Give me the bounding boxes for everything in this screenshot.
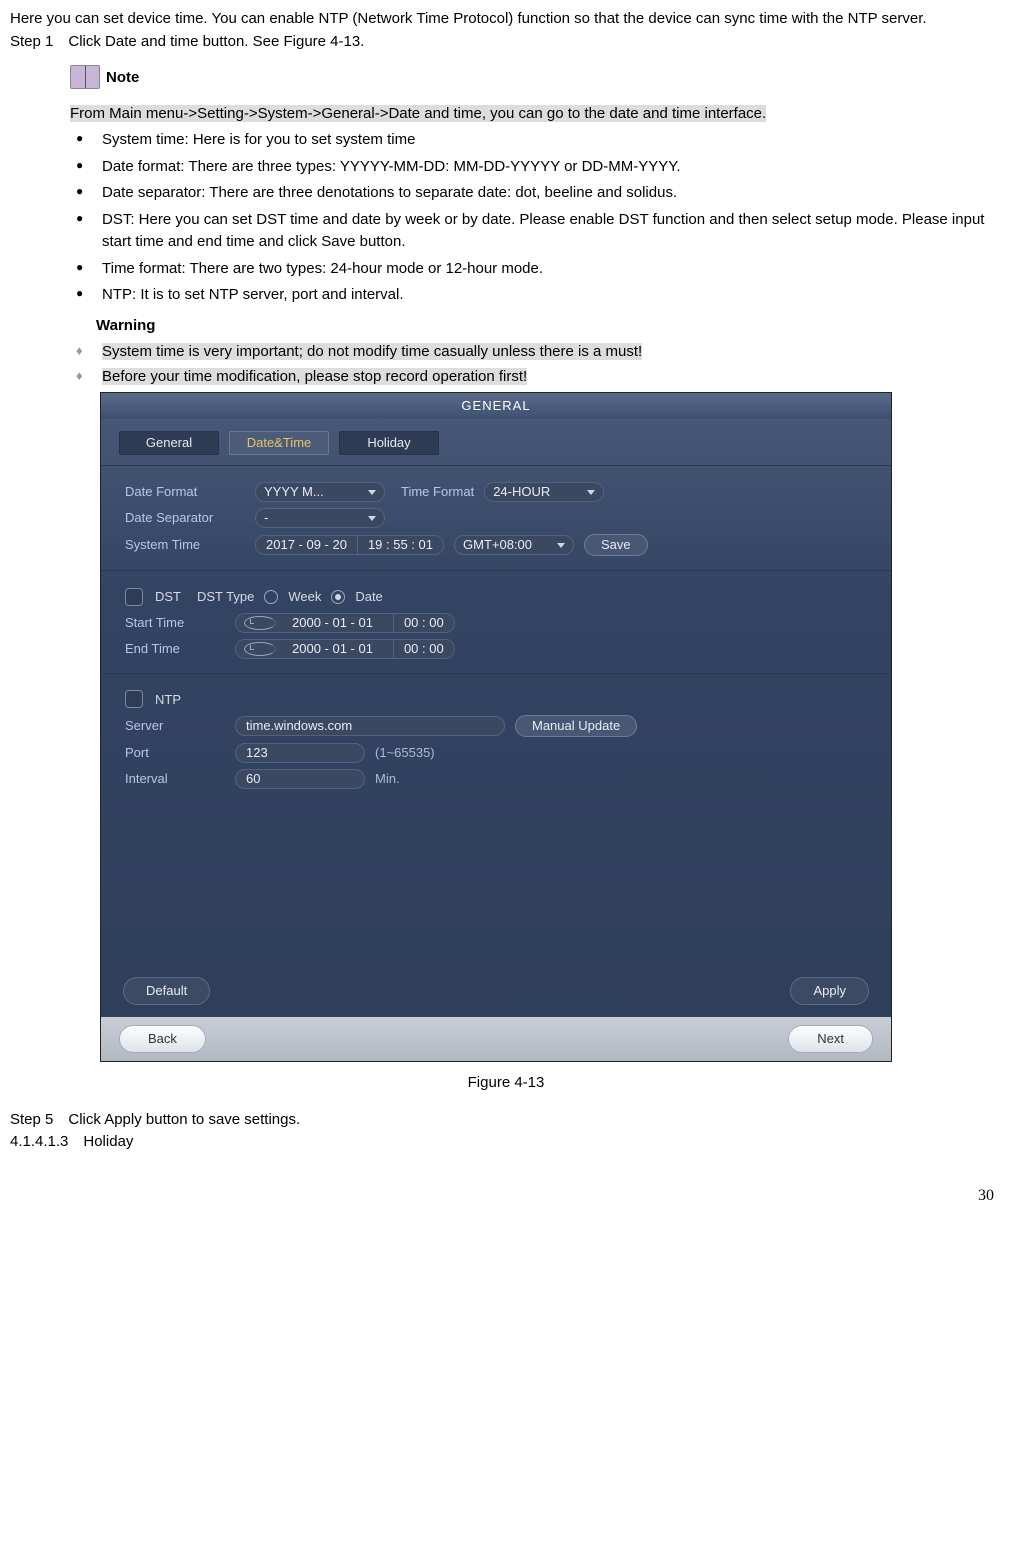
figure-caption: Figure 4-13	[10, 1072, 1002, 1095]
interval-input[interactable]: 60	[235, 769, 365, 789]
label-port: Port	[125, 743, 225, 763]
chevron-down-icon	[557, 543, 565, 548]
bullet-item: NTP: It is to set NTP server, port and i…	[70, 284, 1002, 307]
time-format-dropdown[interactable]: 24-HOUR	[484, 482, 604, 502]
chevron-down-icon	[587, 490, 595, 495]
warning-item: Before your time modification, please st…	[70, 366, 1002, 389]
label-date-separator: Date Separator	[125, 508, 245, 528]
label-server: Server	[125, 716, 225, 736]
general-window: GENERAL General Date&Time Holiday Date F…	[100, 392, 892, 1062]
book-icon	[70, 65, 100, 89]
label-start-time: Start Time	[125, 613, 225, 633]
warning-label: Warning	[96, 315, 155, 338]
chevron-down-icon	[368, 516, 376, 521]
start-time-input[interactable]: 2000 - 01 - 01 00 : 00	[235, 613, 455, 633]
next-button[interactable]: Next	[788, 1025, 873, 1053]
label-end-time: End Time	[125, 639, 225, 659]
label-date-format: Date Format	[125, 482, 245, 502]
intro-paragraph: Here you can set device time. You can en…	[10, 8, 1002, 31]
section-heading: 4.1.4.1.3 Holiday	[10, 1131, 1002, 1154]
note-body: From Main menu->Setting->System->General…	[70, 105, 766, 122]
server-input[interactable]: time.windows.com	[235, 716, 505, 736]
bullet-item: Time format: There are two types: 24-hou…	[70, 258, 1002, 281]
clock-icon	[244, 642, 276, 656]
label-system-time: System Time	[125, 535, 245, 555]
chevron-down-icon	[368, 490, 376, 495]
label-date: Date	[355, 587, 382, 607]
warning-item: System time is very important; do not mo…	[70, 341, 1002, 364]
clock-icon	[244, 616, 276, 630]
interval-unit: Min.	[375, 769, 400, 789]
bullet-item: System time: Here is for you to set syst…	[70, 129, 1002, 152]
bullet-item: Date separator: There are three denotati…	[70, 182, 1002, 205]
label-interval: Interval	[125, 769, 225, 789]
page-number: 30	[10, 1184, 1002, 1208]
dst-checkbox[interactable]	[125, 588, 143, 606]
step1-line: Step 1 Click Date and time button. See F…	[10, 31, 1002, 54]
date-separator-dropdown[interactable]: -	[255, 508, 385, 528]
ntp-checkbox[interactable]	[125, 690, 143, 708]
dst-week-radio[interactable]	[264, 590, 278, 604]
manual-update-button[interactable]: Manual Update	[515, 715, 637, 737]
label-dst-type: DST Type	[197, 587, 254, 607]
save-button[interactable]: Save	[584, 534, 648, 556]
label-dst: DST	[155, 587, 181, 607]
default-button[interactable]: Default	[123, 977, 210, 1005]
label-time-format: Time Format	[401, 482, 474, 502]
back-button[interactable]: Back	[119, 1025, 206, 1053]
tab-datetime[interactable]: Date&Time	[229, 431, 329, 455]
date-format-dropdown[interactable]: YYYY M...	[255, 482, 385, 502]
port-range-hint: (1~65535)	[375, 743, 435, 763]
apply-button[interactable]: Apply	[790, 977, 869, 1005]
label-week: Week	[288, 587, 321, 607]
bullet-item: DST: Here you can set DST time and date …	[70, 209, 1002, 254]
system-time-input[interactable]: 2017 - 09 - 20 19 : 55 : 01	[255, 535, 444, 555]
note-label: Note	[106, 67, 139, 90]
tab-general[interactable]: General	[119, 431, 219, 455]
dst-date-radio[interactable]	[331, 590, 345, 604]
window-title: GENERAL	[101, 393, 891, 419]
tab-holiday[interactable]: Holiday	[339, 431, 439, 455]
step5-line: Step 5 Click Apply button to save settin…	[10, 1109, 1002, 1132]
gmt-dropdown[interactable]: GMT+08:00	[454, 535, 574, 555]
end-time-input[interactable]: 2000 - 01 - 01 00 : 00	[235, 639, 455, 659]
bullet-item: Date format: There are three types: YYYY…	[70, 156, 1002, 179]
label-ntp: NTP	[155, 690, 181, 710]
port-input[interactable]: 123	[235, 743, 365, 763]
